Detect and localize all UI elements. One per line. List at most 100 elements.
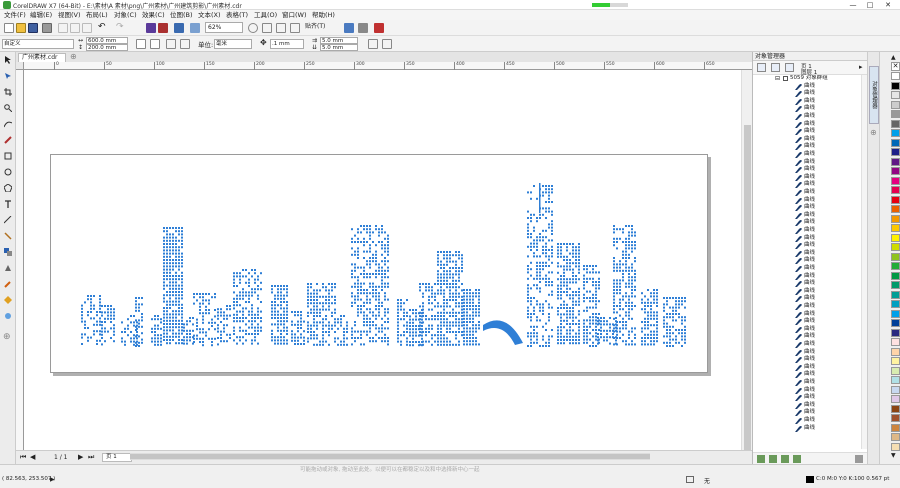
- menu-view[interactable]: 视图(V): [58, 10, 81, 20]
- curve-item[interactable]: 曲线: [753, 417, 861, 425]
- all-pages-icon[interactable]: [166, 39, 176, 49]
- ruler-origin[interactable]: [16, 62, 24, 70]
- curve-item[interactable]: 曲线: [753, 227, 861, 235]
- new-tab-icon[interactable]: ⊕: [70, 52, 77, 61]
- prev-page-icon[interactable]: ◀: [30, 453, 35, 461]
- color-swatch[interactable]: [891, 110, 900, 118]
- add-docker-icon[interactable]: ⊕: [870, 128, 877, 137]
- color-swatch[interactable]: [891, 376, 900, 384]
- color-swatch[interactable]: [891, 167, 900, 175]
- color-swatch[interactable]: [891, 224, 900, 232]
- curve-item[interactable]: 曲线: [753, 265, 861, 273]
- color-swatch[interactable]: [891, 442, 900, 451]
- horizontal-scrollbar[interactable]: [130, 453, 650, 460]
- color-swatch[interactable]: [891, 328, 900, 337]
- treat-as-filled-icon[interactable]: [368, 39, 378, 49]
- curve-item[interactable]: 曲线: [753, 105, 861, 113]
- snap-to-dropdown[interactable]: 贴齐(T): [305, 22, 339, 33]
- page-width-input[interactable]: 600.0 mm: [86, 37, 128, 44]
- curve-item[interactable]: 曲线: [753, 242, 861, 250]
- curve-item[interactable]: 曲线: [753, 379, 861, 387]
- object-manager-side-tab[interactable]: 对象管理器: [869, 66, 879, 124]
- curve-item[interactable]: 曲线: [753, 189, 861, 197]
- new-document-icon[interactable]: [4, 23, 14, 33]
- curve-item[interactable]: 曲线: [753, 341, 861, 349]
- redo-icon[interactable]: ↷: [116, 22, 124, 32]
- curve-item[interactable]: 曲线: [753, 295, 861, 303]
- menu-layout[interactable]: 布局(L): [86, 10, 108, 20]
- color-swatch[interactable]: [891, 271, 900, 280]
- rectangle-tool-icon[interactable]: [4, 152, 12, 160]
- color-swatch[interactable]: [891, 157, 900, 166]
- page-tab[interactable]: 页 1: [102, 453, 132, 462]
- curve-item[interactable]: 曲线: [753, 356, 861, 364]
- artistic-media-icon[interactable]: [4, 136, 12, 144]
- menu-edit[interactable]: 编辑(E): [30, 10, 52, 20]
- show-properties-icon[interactable]: [757, 63, 766, 72]
- color-swatch[interactable]: [891, 100, 900, 109]
- landscape-icon[interactable]: [150, 39, 160, 49]
- current-page-icon[interactable]: [180, 39, 190, 49]
- new-master-layer-icon[interactable]: [769, 455, 777, 463]
- curve-item[interactable]: 曲线: [753, 280, 861, 288]
- color-swatch[interactable]: [891, 262, 900, 270]
- last-page-icon[interactable]: ⏭: [88, 453, 94, 462]
- curve-item[interactable]: 曲线: [753, 151, 861, 159]
- curve-item[interactable]: 曲线: [753, 90, 861, 98]
- color-swatch[interactable]: [891, 385, 900, 394]
- color-swatch[interactable]: [891, 205, 900, 213]
- color-swatch[interactable]: [891, 423, 900, 432]
- color-swatch[interactable]: [891, 129, 900, 137]
- import-icon[interactable]: [146, 23, 156, 33]
- drop-shadow-icon[interactable]: [4, 248, 12, 256]
- delete-icon[interactable]: [855, 455, 863, 463]
- publish-pdf-icon[interactable]: [174, 23, 184, 33]
- polygon-tool-icon[interactable]: [4, 184, 12, 192]
- curve-item[interactable]: 曲线: [753, 143, 861, 151]
- parallel-dimension-icon[interactable]: [4, 216, 12, 224]
- transparency-icon[interactable]: [4, 264, 12, 272]
- curve-item[interactable]: 曲线: [753, 257, 861, 265]
- layer-manager-view-icon[interactable]: [785, 63, 794, 72]
- menu-text[interactable]: 文本(X): [198, 10, 221, 20]
- color-swatch[interactable]: [891, 214, 900, 223]
- color-swatch[interactable]: [891, 72, 900, 80]
- open-folder-icon[interactable]: [16, 23, 26, 33]
- color-swatch[interactable]: [891, 119, 900, 128]
- horizontal-ruler[interactable]: 0 50 100 150 200 250 300 350 400 450 500…: [24, 62, 752, 70]
- export-icon[interactable]: [158, 23, 168, 33]
- zoom-level-select[interactable]: 62%: [205, 22, 243, 33]
- curve-item[interactable]: 曲线: [753, 425, 861, 433]
- color-swatch[interactable]: [891, 433, 900, 441]
- curve-item[interactable]: 曲线: [753, 166, 861, 174]
- minimize-button[interactable]: —: [846, 0, 860, 10]
- vertical-ruler[interactable]: [16, 70, 24, 450]
- palette-scroll-down-icon[interactable]: ▼: [891, 452, 896, 459]
- page-size-preset[interactable]: 自定义: [2, 39, 74, 49]
- show-grid-icon[interactable]: [276, 23, 286, 33]
- color-swatch[interactable]: [891, 243, 900, 251]
- next-page-icon[interactable]: ▶: [78, 453, 83, 461]
- color-swatch[interactable]: [891, 414, 900, 422]
- cut-icon[interactable]: [58, 23, 68, 33]
- color-swatch[interactable]: [891, 347, 900, 356]
- zoom-tool-icon[interactable]: [4, 104, 12, 112]
- color-swatch[interactable]: [891, 395, 900, 403]
- menu-tools[interactable]: 工具(O): [254, 10, 277, 20]
- menu-object[interactable]: 对象(C): [114, 10, 137, 20]
- color-swatch[interactable]: [891, 186, 900, 194]
- menu-bitmaps[interactable]: 位图(B): [170, 10, 193, 20]
- nudge-distance-input[interactable]: .1 mm: [270, 39, 304, 49]
- palette-scroll-up-icon[interactable]: ▲: [891, 54, 896, 61]
- color-swatch[interactable]: [891, 195, 900, 204]
- color-swatch[interactable]: [891, 176, 900, 185]
- pick-tool-icon[interactable]: [4, 56, 12, 64]
- curve-item[interactable]: 曲线: [753, 219, 861, 227]
- color-swatch[interactable]: [891, 252, 900, 261]
- crop-tool-icon[interactable]: [4, 88, 12, 96]
- expand-arrow-icon[interactable]: ▸: [859, 63, 863, 71]
- color-swatch[interactable]: [891, 338, 900, 346]
- page-height-input[interactable]: 200.0 mm: [86, 44, 128, 51]
- close-button[interactable]: ✕: [881, 0, 895, 10]
- duplicate-x-input[interactable]: 5.0 mm: [320, 37, 358, 44]
